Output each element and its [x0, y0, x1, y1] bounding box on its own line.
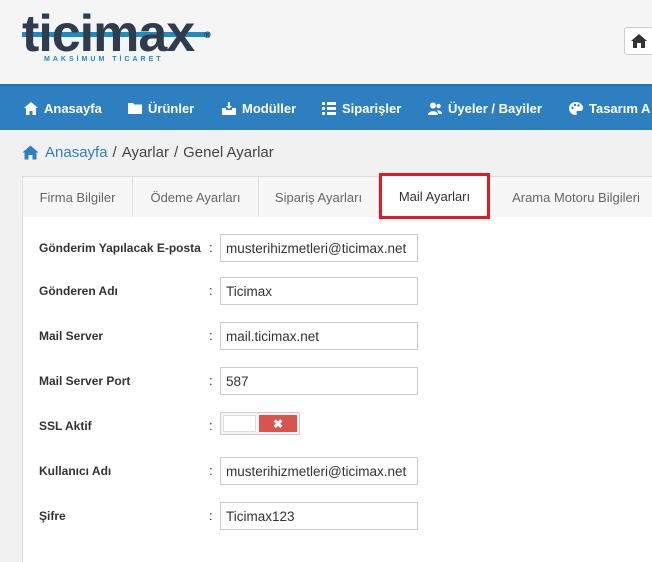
colon: : — [209, 508, 213, 523]
row-sender-name: Gönderen Adı : — [39, 277, 639, 305]
breadcrumb: Anasayfa / Ayarlar / Genel Ayarlar — [22, 142, 274, 162]
tab-firma-bilgiler[interactable]: Firma Bilgiler — [23, 177, 133, 217]
mail-server-port-label: Mail Server Port — [39, 374, 131, 388]
ssl-active-label: SSL Aktif — [39, 419, 92, 433]
breadcrumb-ayarlar[interactable]: Ayarlar — [122, 144, 169, 161]
mail-server-input[interactable] — [220, 322, 418, 350]
nav-item-moduller[interactable]: Modüller — [222, 86, 296, 130]
tab-siparis-ayarlari[interactable]: Sipariş Ayarları — [259, 177, 379, 217]
toggle-knob — [223, 415, 256, 432]
nav-item-tasarim[interactable]: Tasarım A — [569, 86, 650, 130]
download-box-icon — [222, 101, 236, 115]
username-input[interactable] — [220, 457, 418, 485]
sender-email-input[interactable] — [220, 234, 418, 262]
tab-arama-motoru-bilgileri[interactable]: Arama Motoru Bilgileri — [490, 177, 652, 217]
nav-item-urunler[interactable]: Ürünler — [128, 86, 194, 130]
folder-icon — [128, 103, 142, 114]
palette-icon — [569, 101, 583, 115]
row-sender-email: Gönderim Yapılacak E-posta : — [39, 234, 639, 262]
users-icon — [428, 102, 442, 115]
mail-server-label: Mail Server — [39, 329, 104, 343]
colon: : — [209, 328, 213, 343]
home-button[interactable] — [624, 27, 652, 55]
breadcrumb-genel-ayarlar: Genel Ayarlar — [183, 143, 274, 161]
row-ssl-active: SSL Aktif : ✖ — [39, 412, 639, 440]
breadcrumb-separator: / — [112, 143, 117, 161]
ticimax-logo[interactable]: ticimax ® MAKSİMUM TİCARET — [22, 6, 212, 70]
colon: : — [209, 240, 213, 255]
logo-registered: ® — [204, 30, 211, 40]
row-password: Şifre : — [39, 502, 639, 530]
header: ticimax ® MAKSİMUM TİCARET — [0, 0, 652, 84]
settings-panel: Firma Bilgiler Ödeme Ayarları Sipariş Ay… — [22, 173, 652, 562]
password-label: Şifre — [39, 509, 66, 523]
logo-tagline: MAKSİMUM TİCARET — [44, 56, 164, 63]
nav-label: Anasayfa — [44, 100, 102, 116]
breadcrumb-separator: / — [173, 143, 179, 161]
nav-item-anasayfa[interactable]: Anasayfa — [24, 86, 102, 130]
nav-label: Üyeler / Bayiler — [448, 100, 542, 116]
sender-email-label: Gönderim Yapılacak E-posta — [39, 241, 201, 255]
list-icon — [322, 101, 336, 115]
tab-odeme-ayarlari[interactable]: Ödeme Ayarları — [133, 177, 259, 217]
sender-name-input[interactable] — [220, 277, 418, 305]
row-username: Kullanıcı Adı : — [39, 457, 639, 485]
row-mail-server-port: Mail Server Port : — [39, 367, 639, 395]
nav-label: Tasarım A — [589, 100, 651, 116]
colon: : — [209, 463, 213, 478]
colon: : — [209, 418, 213, 433]
close-icon: ✖ — [259, 415, 297, 432]
colon: : — [209, 283, 213, 298]
password-input[interactable] — [220, 502, 418, 530]
home-icon — [22, 145, 39, 159]
nav-label: Modüller — [242, 100, 297, 116]
nav-label: Siparişler — [342, 100, 402, 116]
breadcrumb-home-link[interactable]: Anasayfa — [45, 144, 108, 161]
settings-tabs: Firma Bilgiler Ödeme Ayarları Sipariş Ay… — [23, 173, 652, 219]
main-nav: Anasayfa Ürünler Modüller Siparişler Üye… — [0, 84, 652, 130]
tab-mail-ayarlari[interactable]: Mail Ayarları — [379, 173, 490, 219]
ssl-active-toggle[interactable]: ✖ — [220, 412, 300, 435]
nav-label: Ürünler — [148, 100, 195, 116]
username-label: Kullanıcı Adı — [39, 464, 112, 478]
mail-server-port-input[interactable] — [220, 367, 418, 395]
home-icon — [631, 34, 647, 48]
colon: : — [209, 373, 213, 388]
nav-item-uyeler[interactable]: Üyeler / Bayiler — [428, 86, 542, 130]
home-icon — [24, 101, 38, 115]
nav-item-siparisler[interactable]: Siparişler — [322, 86, 401, 130]
logo-text: ticimax — [22, 5, 195, 63]
sender-name-label: Gönderen Adı — [39, 284, 118, 298]
row-mail-server: Mail Server : — [39, 322, 639, 350]
